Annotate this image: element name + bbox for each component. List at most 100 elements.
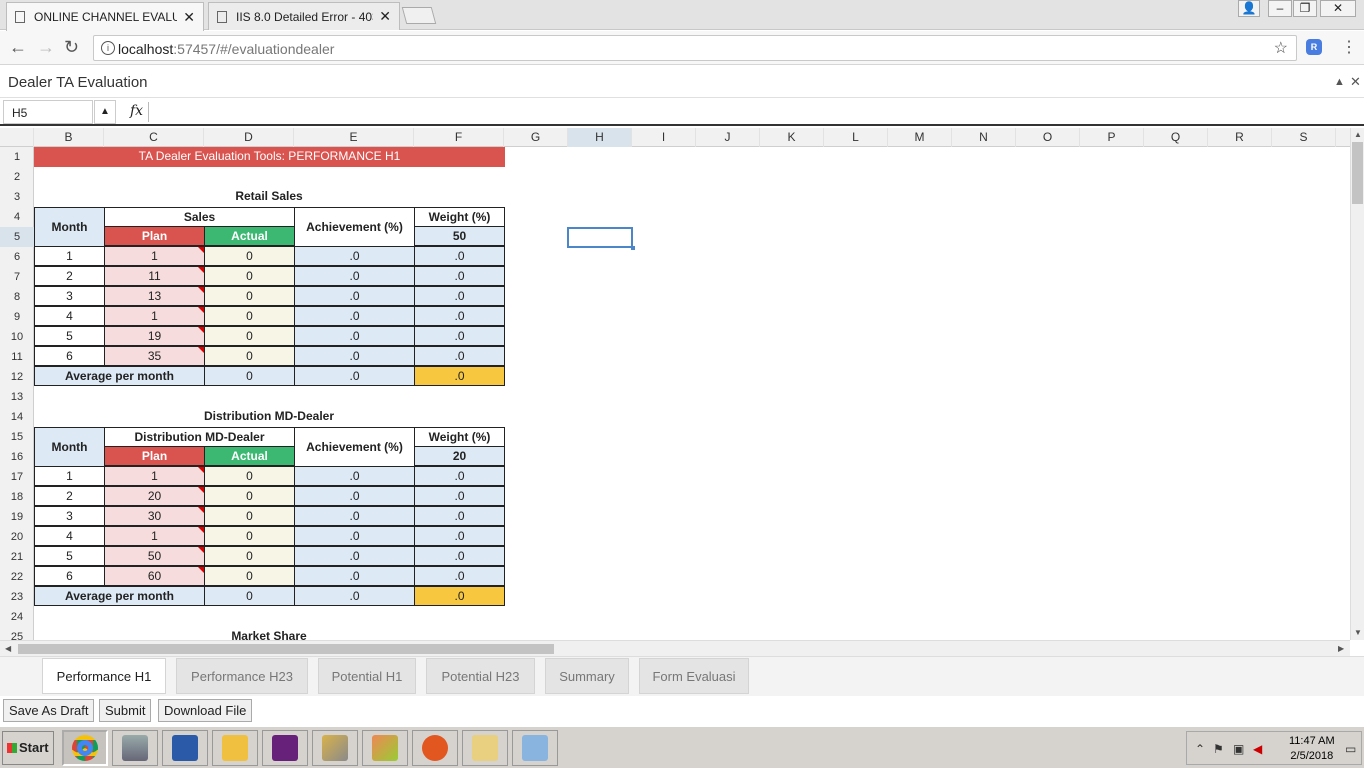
column-header[interactable]: P	[1080, 128, 1144, 147]
sheet-title-cell[interactable]: TA Dealer Evaluation Tools: PERFORMANCE …	[34, 147, 505, 167]
browser-tab-evaluation[interactable]: ONLINE CHANNEL EVALUAT ✕	[6, 2, 204, 31]
info-icon[interactable]: i	[101, 41, 115, 55]
retail-weight-cell[interactable]: .0	[414, 286, 505, 306]
row-header[interactable]: 8	[0, 287, 34, 307]
distribution-month-cell[interactable]: 4	[34, 526, 105, 546]
retail-achievement-cell[interactable]: .0	[294, 326, 415, 346]
distribution-plan-cell[interactable]: 30	[104, 506, 205, 526]
row-header[interactable]: 24	[0, 607, 34, 627]
column-header[interactable]: N	[952, 128, 1016, 147]
clock[interactable]: 11:47 AM 2/5/2018	[1289, 734, 1335, 764]
retail-weight-value[interactable]: 50	[414, 226, 505, 246]
retail-average-weight[interactable]: .0	[414, 366, 505, 386]
name-box[interactable]: H5	[3, 100, 93, 124]
distribution-plan-cell[interactable]: 50	[104, 546, 205, 566]
distribution-actual-header[interactable]: Actual	[204, 446, 295, 466]
distribution-actual-cell[interactable]: 0	[204, 566, 295, 586]
retail-month-cell[interactable]: 3	[34, 286, 105, 306]
close-icon[interactable]: ✕	[1350, 74, 1361, 90]
market-share-section-title[interactable]: Market Share	[34, 627, 504, 640]
distribution-month-cell[interactable]: 3	[34, 506, 105, 526]
column-header[interactable]: I	[632, 128, 696, 147]
folders-taskbar-icon[interactable]	[462, 730, 508, 766]
row-header[interactable]: 22	[0, 567, 34, 587]
retail-actual-cell[interactable]: 0	[204, 346, 295, 366]
retail-sales-header[interactable]: Sales	[104, 207, 295, 227]
network-icon[interactable]: ▣	[1233, 742, 1244, 756]
row-header[interactable]: 11	[0, 347, 34, 367]
retail-month-cell[interactable]: 4	[34, 306, 105, 326]
distribution-average-actual[interactable]: 0	[204, 586, 295, 606]
distribution-plan-header[interactable]: Plan	[104, 446, 205, 466]
retail-actual-cell[interactable]: 0	[204, 266, 295, 286]
close-tab-icon[interactable]: ✕	[183, 9, 195, 26]
distribution-achievement-cell[interactable]: .0	[294, 506, 415, 526]
row-header[interactable]: 3	[0, 187, 34, 207]
retail-achievement-cell[interactable]: .0	[294, 266, 415, 286]
retail-plan-cell[interactable]: 19	[104, 326, 205, 346]
column-header[interactable]: K	[760, 128, 824, 147]
url-text[interactable]: localhost:57457/#/evaluationdealer	[118, 41, 334, 57]
row-header[interactable]: 2	[0, 167, 34, 187]
row-header[interactable]: 25	[0, 627, 34, 640]
distribution-weight-cell[interactable]: .0	[414, 526, 505, 546]
distribution-month-header[interactable]: Month	[34, 427, 105, 467]
save-as-draft-button[interactable]: Save As Draft	[3, 699, 95, 722]
distribution-month-cell[interactable]: 6	[34, 566, 105, 586]
column-header[interactable]: S	[1272, 128, 1336, 147]
new-tab-button[interactable]	[401, 7, 437, 24]
chrome-taskbar-icon[interactable]	[62, 730, 108, 766]
distribution-achievement-cell[interactable]: .0	[294, 466, 415, 486]
sheet-tab-performance-h1[interactable]: Performance H1	[42, 658, 166, 694]
distribution-group-header[interactable]: Distribution MD-Dealer	[104, 427, 295, 447]
distribution-achievement-cell[interactable]: .0	[294, 526, 415, 546]
distribution-plan-cell[interactable]: 1	[104, 466, 205, 486]
file-explorer-taskbar-icon[interactable]	[212, 730, 258, 766]
minimize-button[interactable]: –	[1268, 0, 1292, 17]
sheet-tab-summary[interactable]: Summary	[545, 658, 629, 694]
retail-plan-cell[interactable]: 1	[104, 246, 205, 266]
distribution-month-cell[interactable]: 2	[34, 486, 105, 506]
distribution-weight-header[interactable]: Weight (%)	[414, 427, 505, 447]
retail-month-cell[interactable]: 1	[34, 246, 105, 266]
column-header[interactable]: G	[504, 128, 568, 147]
retail-achievement-header[interactable]: Achievement (%)	[294, 207, 415, 247]
retail-section-title[interactable]: Retail Sales	[34, 187, 504, 207]
sheet-tab-potential-h1[interactable]: Potential H1	[318, 658, 416, 694]
retail-month-header[interactable]: Month	[34, 207, 105, 247]
column-header[interactable]: L	[824, 128, 888, 147]
retail-actual-cell[interactable]: 0	[204, 326, 295, 346]
row-header[interactable]: 21	[0, 547, 34, 567]
row-header[interactable]: 17	[0, 467, 34, 487]
corner-cell[interactable]	[0, 128, 34, 147]
distribution-average-weight[interactable]: .0	[414, 586, 505, 606]
app-taskbar-icon[interactable]	[362, 730, 408, 766]
scroll-down-icon[interactable]: ▼	[1354, 628, 1362, 637]
retail-achievement-cell[interactable]: .0	[294, 306, 415, 326]
vertical-scroll-thumb[interactable]	[1352, 142, 1363, 204]
distribution-month-cell[interactable]: 1	[34, 466, 105, 486]
distribution-plan-cell[interactable]: 20	[104, 486, 205, 506]
distribution-section-title[interactable]: Distribution MD-Dealer	[34, 407, 504, 427]
back-arrow-icon[interactable]: ←	[9, 37, 27, 58]
profile-icon[interactable]: 👤	[1238, 0, 1260, 17]
row-header[interactable]: 23	[0, 587, 34, 607]
retail-actual-cell[interactable]: 0	[204, 306, 295, 326]
bookmark-star-icon[interactable]: ☆	[1274, 38, 1288, 58]
column-header[interactable]: F	[414, 128, 504, 147]
name-box-dropdown-icon[interactable]: ▲	[94, 100, 116, 124]
retail-achievement-cell[interactable]: .0	[294, 346, 415, 366]
row-header[interactable]: 6	[0, 247, 34, 267]
column-header[interactable]: J	[696, 128, 760, 147]
distribution-actual-cell[interactable]: 0	[204, 506, 295, 526]
show-desktop-icon[interactable]: ▭	[1345, 742, 1356, 756]
sheet-tab-performance-h23[interactable]: Performance H23	[176, 658, 308, 694]
download-file-button[interactable]: Download File	[158, 699, 253, 722]
close-tab-icon[interactable]: ✕	[379, 8, 391, 25]
start-button[interactable]: Start	[2, 731, 54, 765]
distribution-plan-cell[interactable]: 60	[104, 566, 205, 586]
distribution-actual-cell[interactable]: 0	[204, 526, 295, 546]
row-header[interactable]: 13	[0, 387, 34, 407]
distribution-weight-value[interactable]: 20	[414, 446, 505, 466]
retail-month-cell[interactable]: 5	[34, 326, 105, 346]
